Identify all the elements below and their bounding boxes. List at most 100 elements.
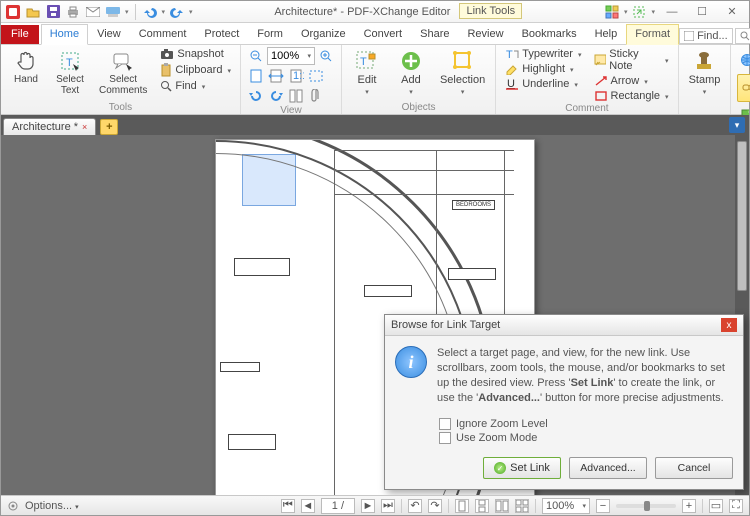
zoom-slider[interactable] [616,504,676,508]
create-link-button[interactable]: Create Link [737,74,750,102]
redo-icon[interactable] [169,4,185,20]
document-tab[interactable]: Architecture *× [3,118,96,135]
find-menu[interactable]: Find [157,79,234,93]
zoom-in-icon[interactable] [317,47,335,65]
maximize-button[interactable]: ☐ [689,4,715,20]
quick-access-toolbar: ▾ ▾ ▾ [1,4,193,20]
edit-menu[interactable]: TEdit▾ [348,47,386,99]
tab-review[interactable]: Review [458,24,512,44]
fullscreen-button[interactable]: ⛶ [729,499,743,513]
status-zoom-value[interactable]: 100%▾ [542,498,590,514]
dialog-titlebar[interactable]: Browse for Link Target x [385,315,743,336]
save-icon[interactable] [45,4,61,20]
typewriter-tool[interactable]: TTypewriter [502,47,584,61]
layout-two-cont-icon[interactable] [515,499,529,513]
app-icon [5,4,21,20]
underline-tool[interactable]: UUnderline [502,77,584,91]
use-zoom-mode-checkbox[interactable]: Use Zoom Mode [439,431,731,445]
nav-first-icon[interactable]: ⏮ [281,499,295,513]
highlight-tool[interactable]: Highlight [502,62,584,76]
hand-tool[interactable]: Hand [7,47,45,87]
tab-protect[interactable]: Protect [195,24,248,44]
zoom-out-button[interactable]: − [596,499,610,513]
cancel-button[interactable]: Cancel [655,457,733,479]
zoom-value[interactable]: 100%▾ [267,47,315,65]
ribbon: Hand TSelect Text Select Comments Snapsh… [1,45,749,115]
close-button[interactable]: ✕ [719,4,745,20]
fit-page-button[interactable]: ▭ [709,499,723,513]
tab-convert[interactable]: Convert [355,24,412,44]
tab-view[interactable]: View [88,24,130,44]
set-link-button[interactable]: ✓Set Link [483,457,561,479]
layout-two-icon[interactable] [495,499,509,513]
snapshot-tool[interactable]: Snapshot [157,47,234,61]
launch-icon[interactable] [631,4,647,20]
advanced-button[interactable]: Advanced... [569,457,647,479]
stamp-tool[interactable]: Stamp▾ [685,47,725,99]
window-title: Architecture* - PDF-XChange Editor Link … [193,6,604,18]
tab-comment[interactable]: Comment [130,24,196,44]
tab-home[interactable]: Home [41,24,88,45]
tab-organize[interactable]: Organize [292,24,355,44]
selection-menu[interactable]: Selection▾ [436,47,489,99]
zoom-in-button[interactable]: + [682,499,696,513]
print-icon[interactable] [65,4,81,20]
tab-bookmarks[interactable]: Bookmarks [513,24,586,44]
rectangle-tool[interactable]: Rectangle [591,89,672,103]
tab-format[interactable]: Format [626,24,679,45]
minimize-button[interactable]: — [659,4,685,20]
undo-icon[interactable] [142,4,158,20]
zoom-marquee-icon[interactable] [307,67,325,85]
clipboard-menu[interactable]: Clipboard [157,62,234,78]
add-menu[interactable]: Add▾ [392,47,430,99]
fit-width-icon[interactable] [267,67,285,85]
info-icon: i [395,346,427,378]
search-field[interactable]: Search... [735,28,750,44]
scan-icon[interactable] [105,4,121,20]
page-number-field[interactable]: 1 / [321,498,355,514]
svg-text:1:1: 1:1 [293,70,304,82]
tab-form[interactable]: Form [248,24,292,44]
history-fwd-icon[interactable]: ↷ [428,499,442,513]
split-icon[interactable] [287,87,305,105]
svg-text:T: T [66,57,73,69]
options-gear-icon[interactable] [7,500,19,512]
select-comments-tool[interactable]: Select Comments [95,47,151,98]
document-tabs: Architecture *× + ▾ [1,115,749,135]
ignore-zoom-checkbox[interactable]: Ignore Zoom Level [439,417,731,431]
room-label: BEDROOMS [452,200,495,210]
close-tab-icon[interactable]: × [82,122,87,132]
select-text-tool[interactable]: TSelect Text [51,47,89,98]
find-field[interactable]: Find... [679,28,733,44]
nav-last-icon[interactable]: ⏭ [381,499,395,513]
actual-size-icon[interactable]: 1:1 [287,67,305,85]
nav-prev-icon[interactable]: ◄ [301,499,315,513]
group-links: Web Links Create Link Add Bookmark Links [731,45,750,114]
rotate-ccw-icon[interactable] [247,87,265,105]
arrow-tool[interactable]: Arrow [591,74,672,88]
options-menu[interactable]: Options... ▾ [25,500,79,512]
layout-single-icon[interactable] [455,499,469,513]
attachments-icon[interactable] [307,87,325,105]
layout-cont-icon[interactable] [475,499,489,513]
open-icon[interactable] [25,4,41,20]
dialog-close-button[interactable]: x [721,318,737,332]
web-links-menu[interactable]: Web Links [737,47,750,73]
group-comment: TTypewriter Highlight UUnderline Sticky … [496,45,678,114]
rotate-cw-icon[interactable] [267,87,285,105]
ui-options-icon[interactable] [604,4,620,20]
dialog-message: Select a target page, and view, for the … [437,346,731,405]
fit-page-icon[interactable] [247,67,265,85]
mail-icon[interactable] [85,4,101,20]
zoom-out-icon[interactable] [247,47,265,65]
tab-help[interactable]: Help [586,24,627,44]
nav-next-icon[interactable]: ► [361,499,375,513]
tab-share[interactable]: Share [411,24,458,44]
file-tab[interactable]: File [1,25,39,44]
tabs-overflow-icon[interactable]: ▾ [729,117,745,133]
sticky-note-tool[interactable]: Sticky Note [591,47,672,73]
new-tab-button[interactable]: + [100,119,118,135]
history-back-icon[interactable]: ↶ [408,499,422,513]
context-tab-group: Link Tools [459,3,522,19]
group-objects: TEdit▾ Add▾ Selection▾ Objects [342,45,496,114]
